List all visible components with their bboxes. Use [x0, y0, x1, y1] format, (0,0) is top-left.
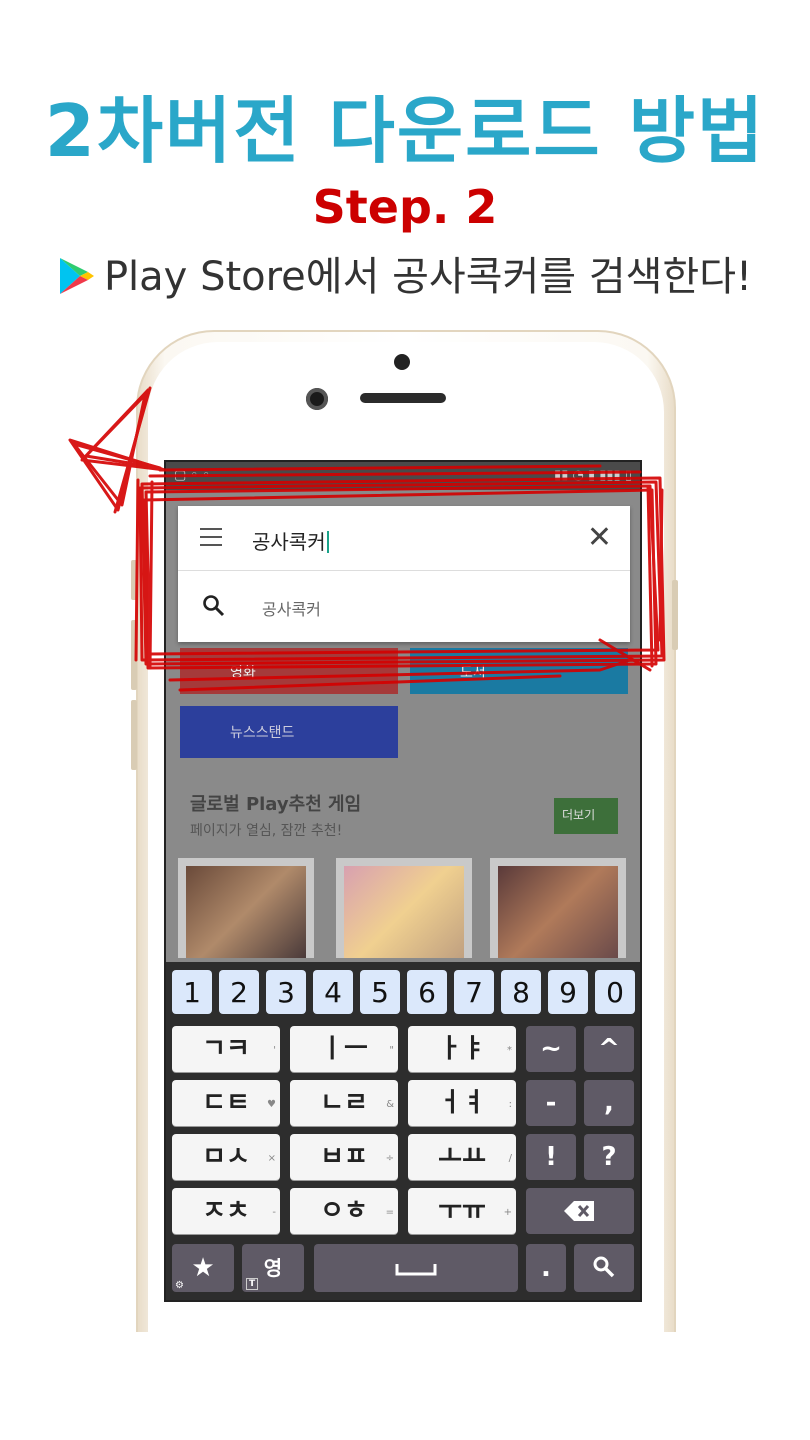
key-hangul[interactable]: ㄴㄹ & [290, 1080, 398, 1126]
status-left-icons: ▢ ◦ ◦ [174, 468, 210, 483]
key-num[interactable]: 9 [548, 970, 588, 1014]
search-key[interactable] [574, 1244, 634, 1292]
language-key[interactable]: 영T [242, 1244, 304, 1292]
bg-news-button[interactable]: 뉴스스탠드 [180, 706, 398, 758]
key-hangul[interactable]: ㄷㅌ ♥ [172, 1080, 280, 1126]
bg-section-subtitle: 페이지가 열심, 잠깐 추천! [190, 823, 343, 839]
bg-movie-label: 영화 [230, 665, 256, 681]
phone-button [131, 560, 137, 600]
search-input[interactable]: 공사콕커 [252, 526, 329, 555]
status-right-icons: ▮▮ ◔ ▮ ▮▮▮ ▯ [554, 468, 632, 483]
search-bar[interactable]: 공사콕커 ✕ [178, 506, 630, 571]
phone-button [131, 700, 137, 770]
phone-button [131, 620, 137, 690]
front-camera [394, 354, 410, 370]
suggestion-text: 공사콕커 [262, 600, 321, 619]
key-hangul[interactable]: ㅗㅛ / [408, 1134, 516, 1180]
key-hangul[interactable]: ㅏㅑ * [408, 1026, 516, 1072]
key-num[interactable]: 4 [313, 970, 353, 1014]
bg-more-button[interactable]: 더보기 [554, 798, 618, 834]
text-caret [326, 531, 329, 553]
play-store-icon [59, 258, 94, 294]
key-num[interactable]: 8 [501, 970, 541, 1014]
key-symbol[interactable]: ~ [526, 1026, 576, 1072]
key-hangul[interactable]: ㅣㅡ " [290, 1026, 398, 1072]
space-icon [395, 1264, 437, 1276]
key-symbol[interactable]: ^ [584, 1026, 634, 1072]
bg-news-label: 뉴스스탠드 [230, 725, 295, 741]
bg-books-button[interactable]: 도서 [410, 648, 628, 694]
menu-icon[interactable] [200, 528, 222, 546]
search-card: 공사콕커 ✕ 공사콕커 [178, 506, 630, 642]
bg-books-label: 도서 [460, 665, 486, 681]
key-symbol[interactable]: ! [526, 1134, 576, 1180]
key-hangul[interactable]: ㅈㅊ - [172, 1188, 280, 1234]
mini-t-icon: T [246, 1278, 259, 1290]
key-hangul[interactable]: ㄱㅋ ' [172, 1026, 280, 1072]
speaker-grille [360, 393, 446, 403]
bg-movie-button[interactable]: 영화 [180, 648, 398, 694]
settings-gear-icon: ⚙ [175, 1280, 184, 1291]
suggestion-item[interactable]: 공사콕커 [178, 570, 630, 642]
backspace-key[interactable] [526, 1188, 634, 1234]
instruction-text: Play Store에서 공사콕커를 검색한다! [103, 254, 753, 300]
phone-button [672, 580, 678, 650]
space-key[interactable] [314, 1244, 518, 1292]
key-symbol[interactable]: , [584, 1080, 634, 1126]
key-num[interactable]: 1 [172, 970, 212, 1014]
key-symbol[interactable]: ? [584, 1134, 634, 1180]
status-bar: ▢ ◦ ◦ ▮▮ ◔ ▮ ▮▮▮ ▯ [166, 462, 640, 490]
camera-lens [306, 388, 328, 410]
close-icon[interactable]: ✕ [587, 520, 612, 555]
star-key[interactable]: ★ ⚙ [172, 1244, 234, 1292]
phone-screen: ▢ ◦ ◦ ▮▮ ◔ ▮ ▮▮▮ ▯ 영화 도서 뉴스스탠드 글로벌 Play추… [164, 460, 642, 1302]
key-hangul[interactable]: ㅁㅅ × [172, 1134, 280, 1180]
key-num[interactable]: 5 [360, 970, 400, 1014]
search-icon [203, 595, 225, 617]
key-num[interactable]: 3 [266, 970, 306, 1014]
key-hangul[interactable]: ㅓㅕ: [408, 1080, 516, 1126]
bg-section-title: 글로벌 Play추천 게임 [190, 794, 362, 815]
bg-more-label: 더보기 [562, 808, 596, 822]
step-label: Step. 2 [312, 180, 498, 234]
instruction: Play Store에서 공사콕커를 검색한다! [0, 244, 810, 302]
key-hangul[interactable]: ㅇㅎ = [290, 1188, 398, 1234]
keyboard: 1 2 3 4 5 6 7 8 9 0 ㄱㅋ ' ㅣㅡ " ㅏㅑ * ~ ^ ㄷㅌ ♥ … [166, 962, 640, 1300]
key-hangul[interactable]: ㅂㅍ ÷ [290, 1134, 398, 1180]
search-icon [593, 1256, 615, 1278]
key-num[interactable]: 7 [454, 970, 494, 1014]
key-symbol[interactable]: - [526, 1080, 576, 1126]
search-query: 공사콕커 [252, 530, 326, 554]
key-num[interactable]: 6 [407, 970, 447, 1014]
bg-game-tile[interactable] [490, 858, 626, 958]
bg-game-tile[interactable] [336, 858, 472, 958]
page-title: 2차버전 다운로드 방법 [44, 89, 766, 173]
backspace-icon [564, 1201, 594, 1221]
dot-key[interactable]: . [526, 1244, 566, 1292]
bg-game-tile[interactable] [178, 858, 314, 958]
key-num[interactable]: 2 [219, 970, 259, 1014]
key-hangul[interactable]: ㅜㅠ + [408, 1188, 516, 1234]
key-num[interactable]: 0 [595, 970, 635, 1014]
